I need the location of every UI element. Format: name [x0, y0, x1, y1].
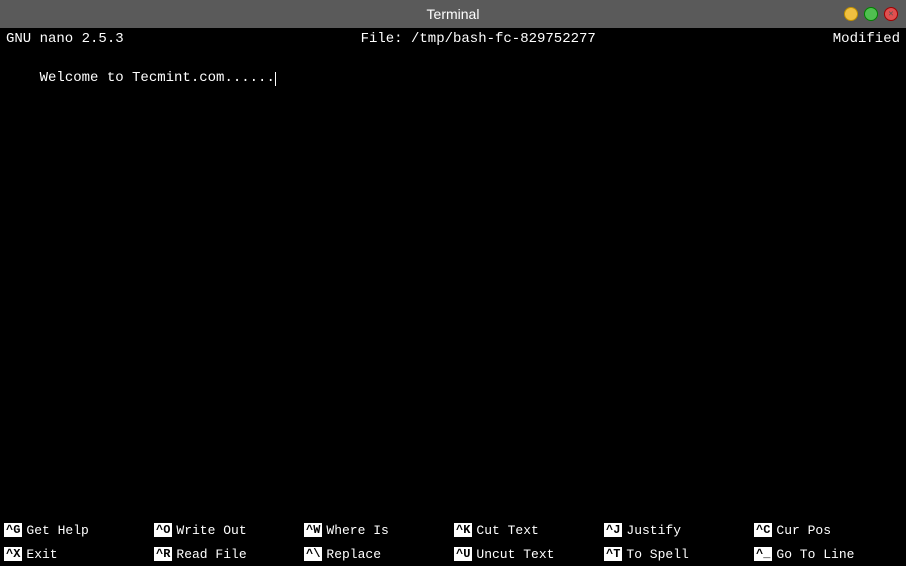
- shortcut-item[interactable]: ^W Where Is: [300, 523, 450, 538]
- shortcut-label: Get Help: [26, 523, 88, 538]
- shortcut-item[interactable]: ^X Exit: [0, 547, 150, 562]
- shortcut-label: Cut Text: [476, 523, 538, 538]
- shortcut-label: Exit: [26, 547, 57, 562]
- shortcut-label: Cur Pos: [776, 523, 831, 538]
- maximize-button[interactable]: [864, 7, 878, 21]
- shortcut-key: ^X: [4, 547, 22, 561]
- shortcut-key: ^\: [304, 547, 322, 561]
- shortcut-row-2: ^X Exit ^R Read File ^\ Replace ^U Uncut Text ^T…: [0, 542, 906, 566]
- shortcut-label: Justify: [626, 523, 681, 538]
- shortcut-key: ^_: [754, 547, 772, 561]
- window-controls: ✕: [844, 7, 898, 21]
- shortcut-key: ^W: [304, 523, 322, 537]
- shortcut-key: ^C: [754, 523, 772, 537]
- shortcut-key: ^J: [604, 523, 622, 537]
- shortcut-label: To Spell: [626, 547, 688, 562]
- minimize-button[interactable]: [844, 7, 858, 21]
- close-button[interactable]: ✕: [884, 7, 898, 21]
- shortcut-label: Replace: [326, 547, 381, 562]
- shortcut-label: Read File: [176, 547, 246, 562]
- shortcut-label: Write Out: [176, 523, 246, 538]
- editor-area[interactable]: Welcome to Tecmint.com......: [0, 50, 906, 518]
- shortcut-label: Uncut Text: [476, 547, 554, 562]
- editor-text: Welcome to Tecmint.com......: [40, 70, 275, 86]
- nano-status: Modified: [833, 31, 900, 47]
- window-title: Terminal: [427, 6, 480, 22]
- shortcut-item[interactable]: ^U Uncut Text: [450, 547, 600, 562]
- nano-header: GNU nano 2.5.3 File: /tmp/bash-fc-829752…: [0, 28, 906, 50]
- shortcut-item[interactable]: ^K Cut Text: [450, 523, 600, 538]
- shortcut-item[interactable]: ^\ Replace: [300, 547, 450, 562]
- shortcut-label: Where Is: [326, 523, 388, 538]
- shortcut-key: ^G: [4, 523, 22, 537]
- shortcut-item[interactable]: ^G Get Help: [0, 523, 150, 538]
- text-cursor: [275, 72, 276, 86]
- title-bar: Terminal ✕: [0, 0, 906, 28]
- editor-content: Welcome to Tecmint.com......: [6, 54, 900, 102]
- shortcut-key: ^K: [454, 523, 472, 537]
- shortcut-key: ^T: [604, 547, 622, 561]
- shortcut-key: ^O: [154, 523, 172, 537]
- shortcut-item[interactable]: ^_ Go To Line: [750, 547, 900, 562]
- shortcut-item[interactable]: ^C Cur Pos: [750, 523, 900, 538]
- shortcut-key: ^U: [454, 547, 472, 561]
- nano-filename: File: /tmp/bash-fc-829752277: [361, 31, 596, 47]
- shortcut-item[interactable]: ^T To Spell: [600, 547, 750, 562]
- shortcut-key: ^R: [154, 547, 172, 561]
- shortcut-bar: ^G Get Help ^O Write Out ^W Where Is ^K Cut Tex…: [0, 518, 906, 566]
- nano-version: GNU nano 2.5.3: [6, 31, 124, 47]
- shortcut-row-1: ^G Get Help ^O Write Out ^W Where Is ^K Cut Tex…: [0, 518, 906, 542]
- shortcut-item[interactable]: ^O Write Out: [150, 523, 300, 538]
- shortcut-label: Go To Line: [776, 547, 854, 562]
- shortcut-item[interactable]: ^J Justify: [600, 523, 750, 538]
- shortcut-item[interactable]: ^R Read File: [150, 547, 300, 562]
